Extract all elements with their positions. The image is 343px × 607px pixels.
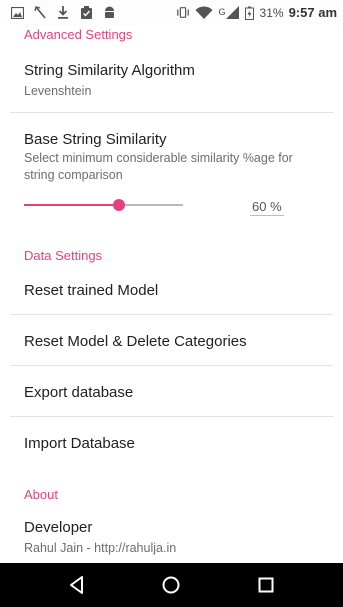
pref-title: Base String Similarity <box>24 131 167 148</box>
pref-base-similarity[interactable]: Base String Similarity Select minimum co… <box>0 125 343 185</box>
download-icon <box>56 6 70 20</box>
pref-export-database[interactable]: Export database <box>0 370 343 415</box>
settings-list: Advanced Settings String Similarity Algo… <box>0 25 343 563</box>
pref-title: String Similarity Algorithm <box>24 62 195 79</box>
section-header-advanced: Advanced Settings <box>24 27 133 42</box>
pref-summary: Select minimum considerable similarity %… <box>24 151 293 182</box>
pref-summary: Rahul Jain - http://rahulja.in <box>24 541 177 555</box>
pref-reset-delete-categories[interactable]: Reset Model & Delete Categories <box>0 319 343 364</box>
pref-summary: Levenshtein <box>24 84 92 98</box>
pref-reset-model[interactable]: Reset trained Model <box>0 268 343 313</box>
clock: 9:57 am <box>288 5 337 20</box>
divider <box>10 416 333 417</box>
battery-charging-icon <box>245 6 255 20</box>
network-type-label: G <box>218 6 226 17</box>
pref-title: Reset trained Model <box>24 282 159 299</box>
missed-call-icon <box>33 6 47 20</box>
back-button[interactable] <box>63 571 91 599</box>
status-bar: G 31% 9:57 am <box>0 0 343 25</box>
divider <box>10 314 333 315</box>
pref-title: Export database <box>24 384 134 401</box>
gallery-icon <box>10 6 24 20</box>
pref-title: Reset Model & Delete Categories <box>24 333 247 350</box>
divider <box>10 112 333 113</box>
slider-fill <box>24 204 119 206</box>
home-button[interactable] <box>157 571 185 599</box>
android-icon <box>102 6 116 20</box>
recents-button[interactable] <box>252 571 280 599</box>
section-header-about: About <box>24 487 58 502</box>
vibrate-icon <box>176 6 190 20</box>
slider-thumb[interactable] <box>113 199 125 211</box>
section-header-data: Data Settings <box>24 248 103 263</box>
clipboard-icon <box>79 6 93 20</box>
navigation-bar <box>0 563 343 607</box>
similarity-value: 60 % <box>250 199 284 216</box>
similarity-slider[interactable] <box>24 195 184 215</box>
recents-icon <box>258 577 274 593</box>
battery-percent: 31% <box>259 5 284 20</box>
signal-icon: G <box>218 6 240 20</box>
home-icon <box>162 576 180 594</box>
pref-import-database[interactable]: Import Database <box>0 421 343 466</box>
pref-similarity-algorithm[interactable]: String Similarity Algorithm Levenshtein <box>0 55 343 111</box>
back-icon <box>70 576 83 594</box>
divider <box>10 365 333 366</box>
pref-developer[interactable]: Developer Rahul Jain - http://rahulja.in <box>0 509 343 563</box>
pref-title: Developer <box>24 519 93 536</box>
wifi-icon <box>195 6 213 20</box>
pref-title: Import Database <box>24 435 135 452</box>
